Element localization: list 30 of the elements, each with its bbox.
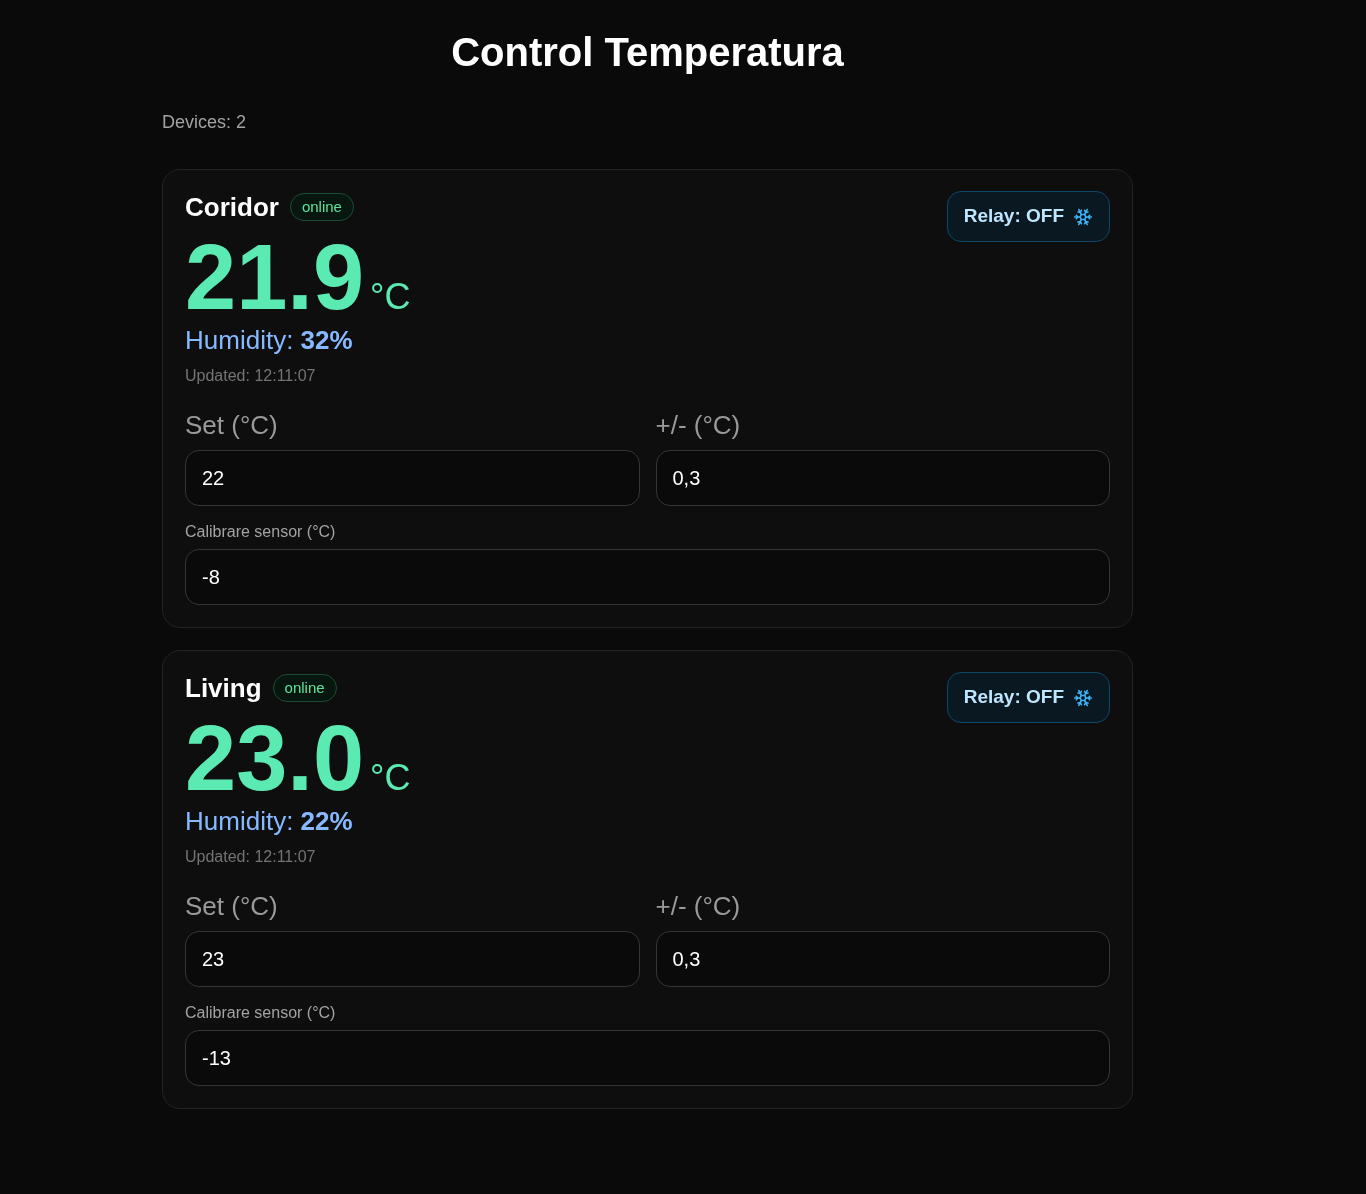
number-input[interactable]: 22	[185, 450, 640, 506]
status-badge: online	[272, 674, 337, 702]
temperature-unit: °C	[370, 277, 411, 317]
number-input[interactable]: -8	[185, 549, 1110, 605]
status-badge: online	[289, 193, 354, 221]
field-label: +/- (°C)	[655, 890, 741, 922]
snowflake-icon	[1073, 206, 1093, 227]
field-label: Calibrare sensor (°C)	[185, 522, 336, 542]
field-label: +/- (°C)	[655, 409, 741, 441]
temperature-unit: °C	[370, 758, 411, 798]
number-input[interactable]: -13	[185, 1030, 1110, 1086]
relay-button[interactable]: Relay: OFF	[946, 191, 1110, 242]
field-label: Set (°C)	[185, 890, 278, 922]
updated-time: Updated: 12:11:07	[185, 847, 316, 867]
snowflake-icon	[1073, 687, 1093, 708]
number-input[interactable]: 0,3	[655, 931, 1110, 987]
device-count: Devices: 2	[162, 111, 247, 134]
relay-button[interactable]: Relay: OFF	[946, 672, 1110, 723]
device-name: Coridor	[185, 191, 279, 223]
temperature-reading: 23.0	[185, 713, 365, 803]
number-input[interactable]: 23	[185, 931, 640, 987]
number-input[interactable]: 0,3	[655, 450, 1110, 506]
device-name: Living	[185, 672, 262, 704]
page-title: Control Temperatura	[451, 32, 844, 72]
field-label: Calibrare sensor (°C)	[185, 1003, 336, 1023]
humidity-reading: Humidity: 32%	[185, 324, 353, 356]
updated-time: Updated: 12:11:07	[185, 366, 316, 386]
temperature-reading: 21.9	[185, 232, 365, 322]
humidity-reading: Humidity: 22%	[185, 805, 353, 837]
field-label: Set (°C)	[185, 409, 278, 441]
